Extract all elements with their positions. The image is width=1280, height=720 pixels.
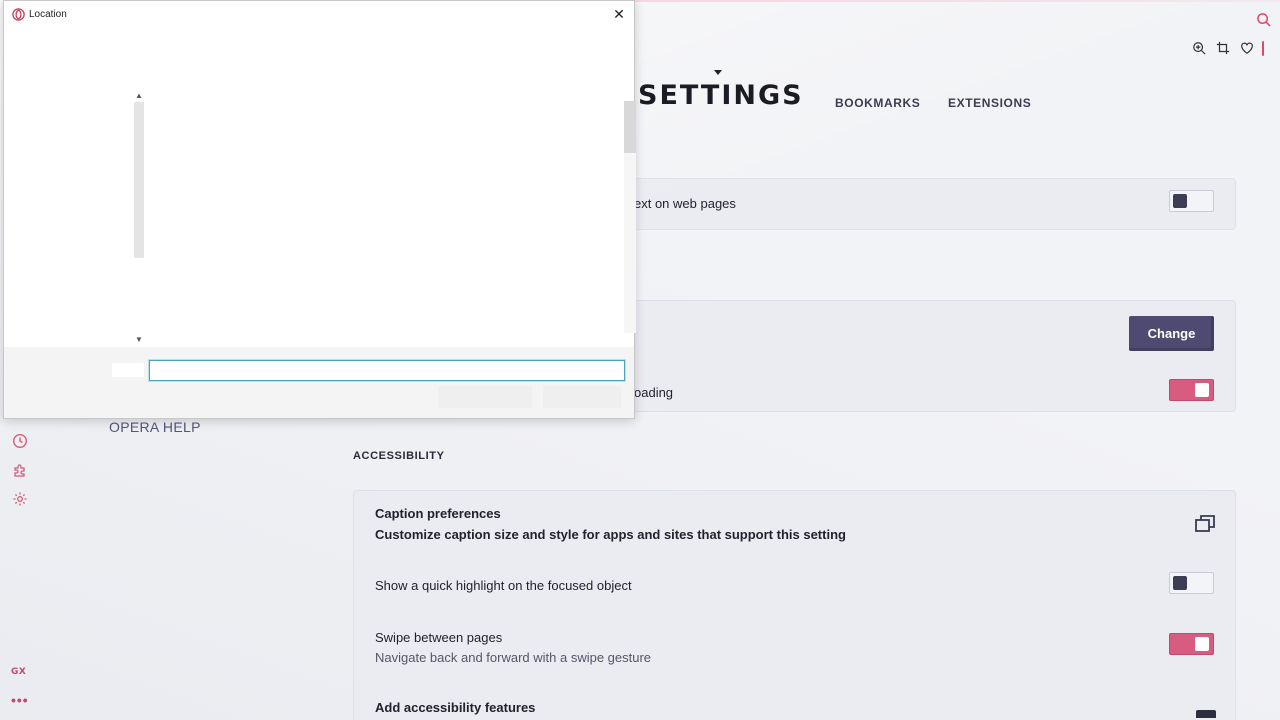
accessibility-heading: ACCESSIBILITY — [353, 450, 445, 462]
highlight-text-toggle[interactable] — [1169, 190, 1214, 212]
external-link-icon[interactable] — [1194, 514, 1216, 534]
highlight-text-label: ext on web pages — [634, 196, 736, 211]
caption-preferences-title: Caption preferences — [375, 506, 501, 521]
opera-help-link[interactable]: OPERA HELP — [109, 419, 201, 435]
swipe-pages-subtitle: Navigate back and forward with a swipe g… — [375, 650, 652, 665]
swipe-pages-toggle[interactable] — [1169, 633, 1214, 655]
heart-icon[interactable] — [1240, 41, 1254, 55]
accessibility-features-title: Add accessibility features — [375, 700, 536, 715]
caption-preferences-subtitle: Customize caption size and style for app… — [375, 527, 846, 542]
folder-label — [112, 363, 144, 377]
accessibility-card — [353, 490, 1236, 720]
dialog-title: Location — [29, 9, 67, 20]
scroll-down-icon[interactable]: ▼ — [133, 333, 145, 345]
toggle-knob — [1195, 637, 1209, 651]
zoom-icon[interactable] — [1192, 41, 1206, 55]
gx-label[interactable]: GX — [11, 667, 26, 677]
more-icon[interactable]: ••• — [11, 692, 29, 708]
opera-logo-icon — [12, 8, 25, 21]
focus-highlight-label: Show a quick highlight on the focused ob… — [375, 578, 632, 593]
caret-down-icon — [714, 70, 722, 75]
select-folder-button[interactable] — [438, 386, 532, 408]
location-dialog: Location ✕ ▲ ▼ — [3, 0, 636, 419]
page-title: SETTINGS — [638, 80, 804, 111]
folder-path-input[interactable] — [148, 359, 626, 382]
list-scrollbar[interactable] — [624, 101, 636, 333]
toolbar-accent-bar — [1262, 41, 1264, 56]
nav-bookmarks[interactable]: BOOKMARKS — [835, 96, 920, 110]
scroll-up-icon[interactable]: ▲ — [133, 89, 145, 101]
search-icon[interactable] — [1256, 12, 1271, 32]
close-icon[interactable]: ✕ — [612, 6, 626, 22]
snapshot-icon[interactable] — [1216, 41, 1230, 55]
top-accent-line — [634, 0, 1280, 2]
swipe-pages-title: Swipe between pages — [375, 630, 503, 645]
scroll-thumb[interactable] — [624, 101, 636, 153]
settings-gear-icon[interactable] — [11, 490, 29, 508]
toggle-knob — [1173, 576, 1187, 590]
nav-extensions[interactable]: EXTENSIONS — [948, 96, 1031, 110]
folder-browser[interactable] — [4, 29, 634, 347]
tree-scrollbar[interactable]: ▲ ▼ — [132, 89, 146, 345]
dialog-titlebar: Location ✕ — [4, 1, 634, 29]
downloading-label: oading — [634, 385, 674, 400]
scroll-thumb[interactable] — [134, 102, 144, 258]
extensions-icon[interactable] — [11, 461, 29, 479]
cancel-button[interactable] — [543, 386, 621, 408]
toolbar-icons — [1192, 41, 1254, 55]
downloading-toggle[interactable] — [1169, 379, 1214, 401]
focus-highlight-toggle[interactable] — [1169, 572, 1214, 594]
change-location-button[interactable]: Change — [1129, 316, 1214, 351]
accessibility-features-icon[interactable] — [1196, 710, 1216, 718]
history-icon[interactable] — [11, 432, 29, 450]
toggle-knob — [1173, 194, 1187, 208]
toggle-knob — [1195, 383, 1209, 397]
